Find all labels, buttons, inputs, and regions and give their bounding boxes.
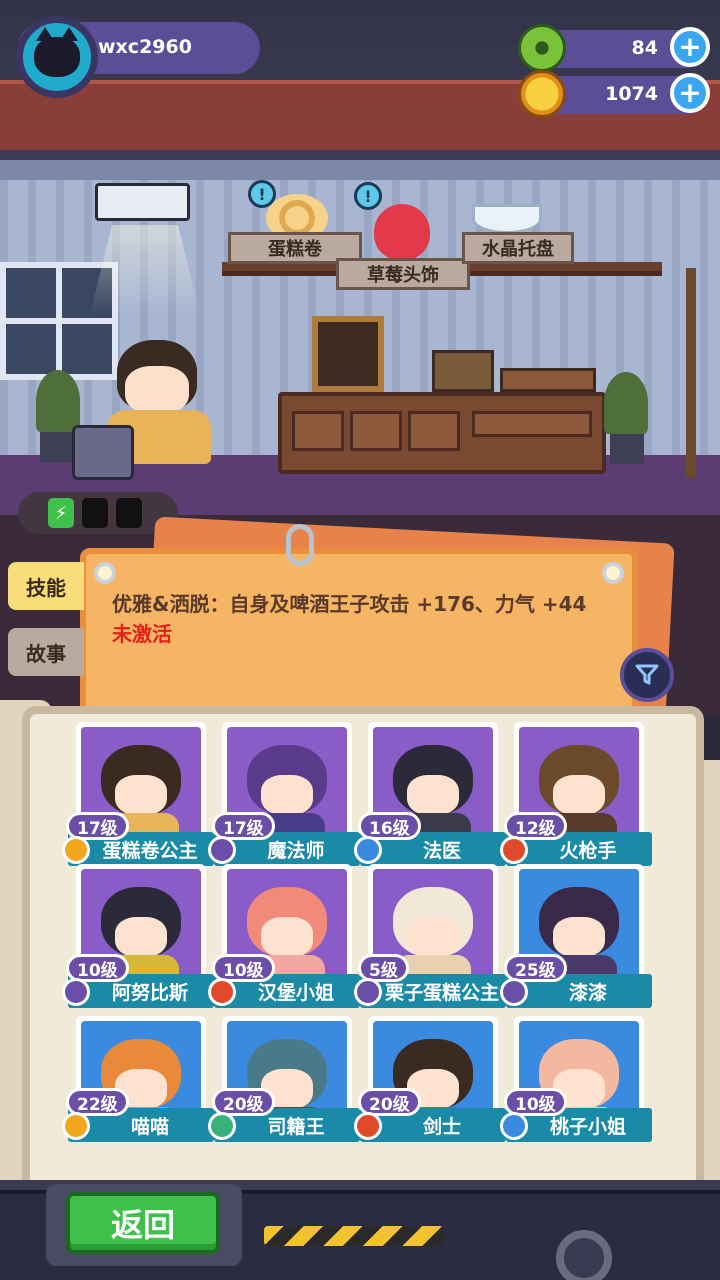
rarity-badge-icon <box>208 836 236 864</box>
rarity-badge-icon <box>62 836 90 864</box>
character-card[interactable]: 栗子蛋糕公主 5级 <box>354 864 506 1008</box>
back-button[interactable]: 返回 <box>66 1192 220 1254</box>
rarity-badge-icon <box>62 978 90 1006</box>
rarity-badge-icon <box>208 978 236 1006</box>
hazard-stripe <box>264 1226 444 1246</box>
character-card[interactable]: 桃子小姐 10级 <box>500 1016 652 1142</box>
character-card[interactable]: 漆漆 25级 <box>500 864 652 1008</box>
rarity-badge-icon <box>500 978 528 1006</box>
rarity-badge-icon <box>62 1112 90 1140</box>
character-card[interactable]: 阿努比斯 10级 <box>62 864 214 1008</box>
rarity-badge-icon <box>354 978 382 1006</box>
rarity-badge-icon <box>208 1112 236 1140</box>
character-card[interactable]: 法医 16级 <box>354 722 506 866</box>
rarity-badge-icon <box>354 1112 382 1140</box>
character-card[interactable]: 司籍王 20级 <box>208 1016 360 1142</box>
character-card[interactable]: 汉堡小姐 10级 <box>208 864 360 1008</box>
character-card[interactable]: 蛋糕卷公主 17级 <box>62 722 214 866</box>
character-card[interactable]: 火枪手 12级 <box>500 722 652 866</box>
character-grid: 蛋糕卷公主 17级 魔法师 17级 法医 16级 火枪手 12级阿努比斯 10级 汉堡小姐 10级栗… <box>0 0 720 1150</box>
character-card[interactable]: 剑士 20级 <box>354 1016 506 1142</box>
character-card[interactable]: 魔法师 17级 <box>208 722 360 866</box>
rarity-badge-icon <box>354 836 382 864</box>
rarity-badge-icon <box>500 836 528 864</box>
gear-wheel <box>556 1230 612 1280</box>
character-card[interactable]: 喵喵 22级 <box>62 1016 214 1142</box>
rarity-badge-icon <box>500 1112 528 1140</box>
